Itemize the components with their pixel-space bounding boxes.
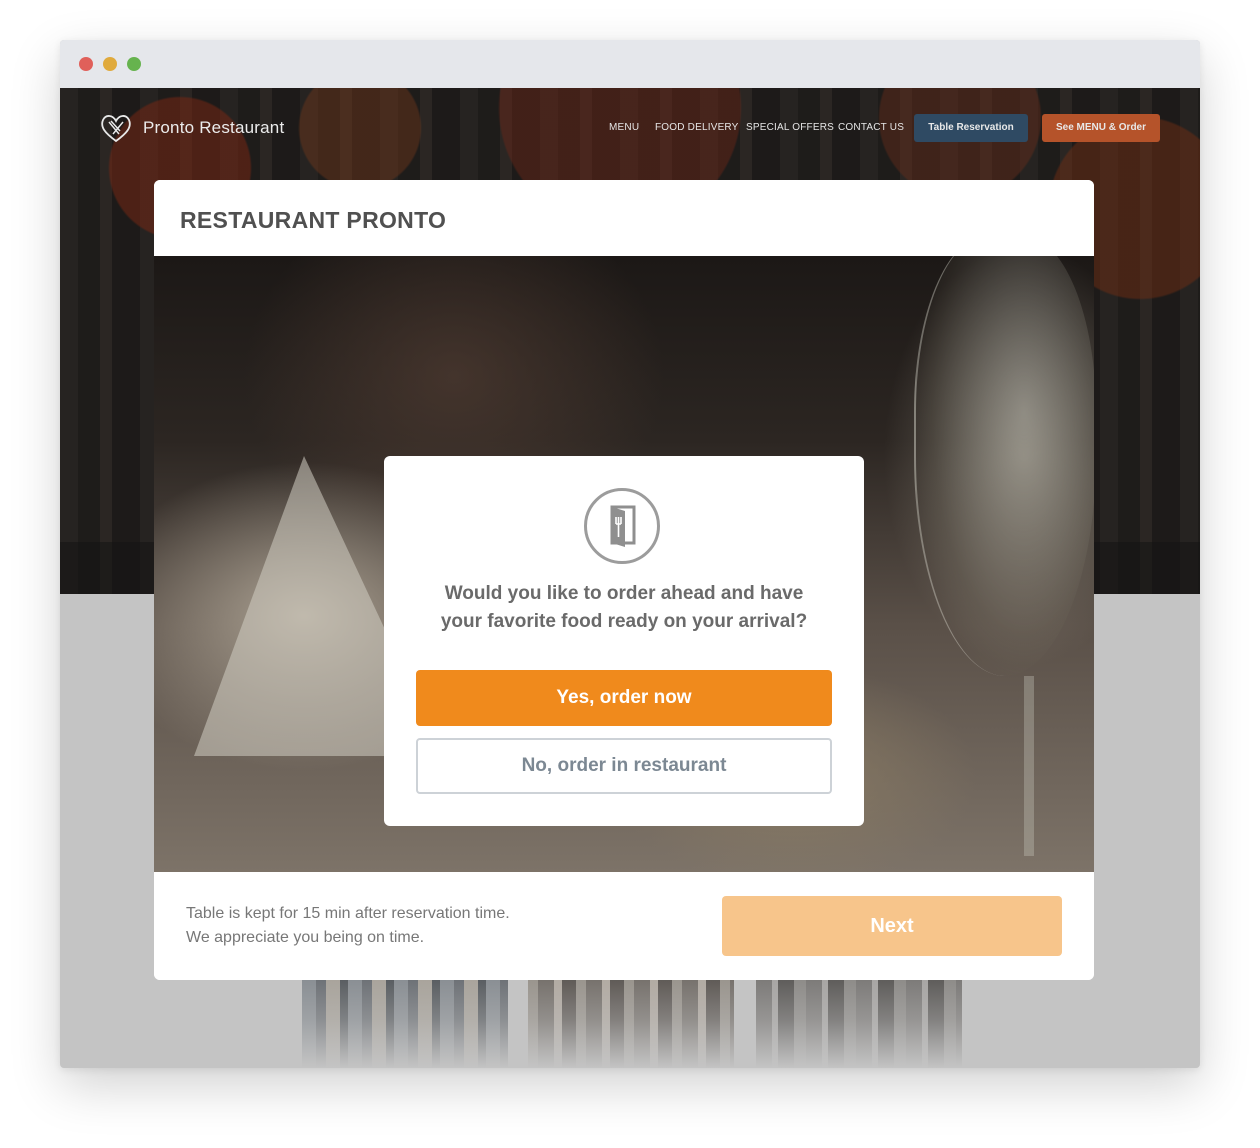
gallery-image[interactable] [756, 980, 962, 1068]
question-line-1: Would you like to order ahead and have [444, 583, 804, 604]
wine-glass-stem [1024, 676, 1034, 856]
see-menu-order-button[interactable]: See MENU & Order [1042, 114, 1160, 142]
modal-footer: Table is kept for 15 min after reservati… [154, 872, 1094, 980]
close-window-button[interactable] [79, 57, 93, 71]
reservation-modal: RESTAURANT PRONTO Would you like to orde… [154, 180, 1094, 980]
yes-order-now-button[interactable]: Yes, order now [416, 670, 832, 726]
nav-special-offers[interactable]: SPECIAL OFFERS [746, 122, 834, 133]
nav-food-delivery[interactable]: FOOD DELIVERY [655, 122, 739, 133]
order-ahead-question: Would you like to order ahead and have y… [404, 580, 844, 636]
nav-contact-us[interactable]: CONTACT US [838, 122, 904, 133]
note-line-1: Table is kept for 15 min after reservati… [186, 905, 510, 922]
gallery-fade [528, 980, 734, 1068]
table-reservation-button[interactable]: Table Reservation [914, 114, 1028, 142]
gallery-image[interactable] [528, 980, 734, 1068]
site-logo-text[interactable]: Pronto Restaurant [143, 118, 284, 138]
question-line-2: your favorite food ready on your arrival… [440, 611, 808, 632]
note-line-2: We appreciate you being on time. [186, 929, 425, 946]
modal-title: RESTAURANT PRONTO [180, 207, 447, 233]
no-order-in-restaurant-button[interactable]: No, order in restaurant [416, 738, 832, 794]
window-titlebar [60, 40, 1200, 88]
gallery-fade [302, 980, 508, 1068]
modal-header: RESTAURANT PRONTO [154, 180, 1094, 256]
gallery-fade [756, 980, 962, 1068]
gallery-image[interactable] [302, 980, 508, 1068]
browser-window: Pronto Restaurant MENU FOOD DELIVERY SPE… [60, 40, 1200, 1068]
restaurant-table-photo: Would you like to order ahead and have y… [154, 256, 1094, 872]
wine-glass-shape [914, 256, 1094, 676]
reservation-note: Table is kept for 15 min after reservati… [186, 902, 510, 950]
restaurant-door-icon [584, 488, 660, 564]
minimize-window-button[interactable] [103, 57, 117, 71]
maximize-window-button[interactable] [127, 57, 141, 71]
order-ahead-dialog: Would you like to order ahead and have y… [384, 456, 864, 826]
fork-knife-logo-icon[interactable] [99, 113, 133, 143]
nav-menu[interactable]: MENU [609, 122, 639, 133]
next-button[interactable]: Next [722, 896, 1062, 956]
